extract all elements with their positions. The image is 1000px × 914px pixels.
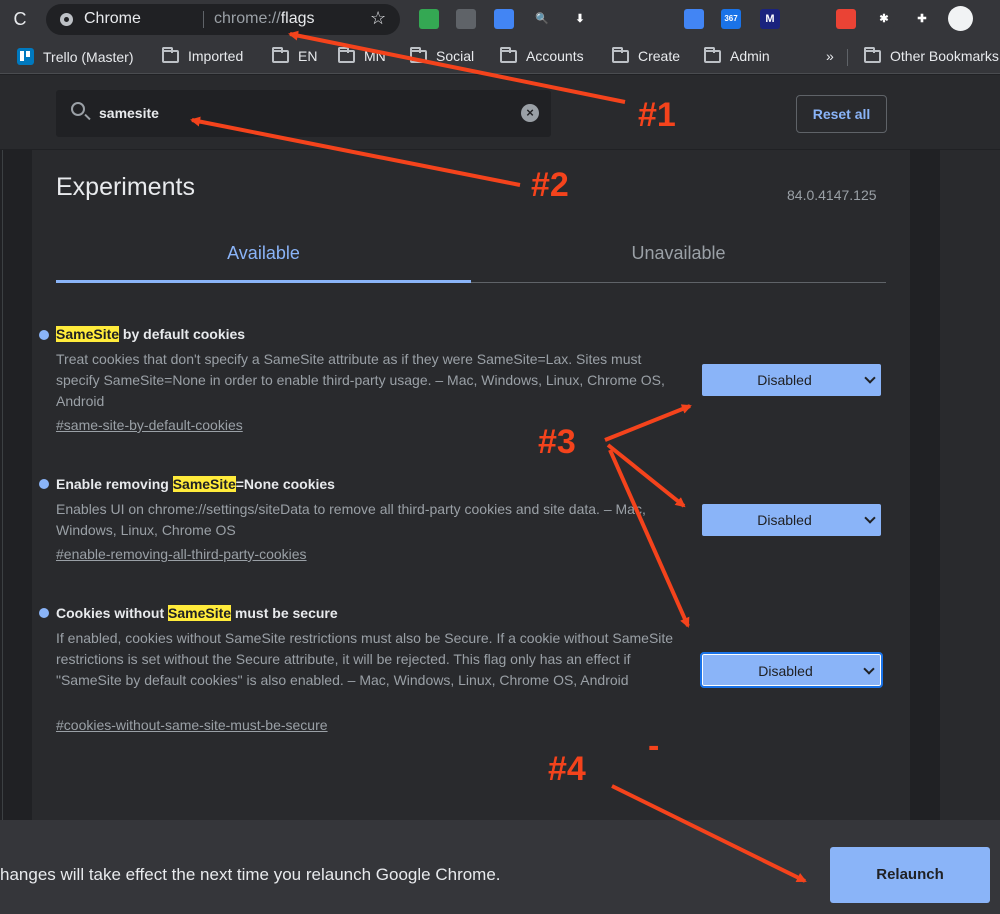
flag-select[interactable]: Disabled (702, 504, 881, 536)
flag-link[interactable]: #same-site-by-default-cookies (56, 417, 243, 433)
flag-description: Treat cookies that don't specify a SameS… (56, 351, 665, 409)
folder-icon (338, 46, 355, 63)
relaunch-bar: hanges will take effect the next time yo… (0, 820, 1000, 914)
ext-gray-icon[interactable]: ⬇ (570, 9, 590, 29)
page-title: Experiments (56, 173, 195, 201)
search-icon (71, 102, 85, 116)
address-bar[interactable]: Chrome chrome://flags ☆ (46, 4, 400, 35)
flag-title: SameSite by default cookies (56, 326, 246, 342)
flag-description: If enabled, cookies without SameSite res… (56, 630, 674, 688)
bookmark-star-icon[interactable]: ☆ (370, 8, 386, 29)
search-input[interactable]: samesite (99, 105, 159, 121)
annotation-4: #4 (548, 750, 586, 788)
right-gutter (910, 150, 940, 820)
ext-m-icon[interactable]: M (760, 9, 780, 29)
left-gutter (0, 150, 32, 820)
reload-icon[interactable]: C (10, 8, 30, 30)
flag-link[interactable]: #enable-removing-all-third-party-cookies (56, 546, 307, 562)
version-label: 84.0.4147.125 (787, 187, 877, 203)
bookmarks-overflow-button[interactable]: » (826, 48, 834, 64)
ext-puzzle-icon[interactable]: ✚ (912, 9, 932, 29)
flag-link[interactable]: #cookies-without-same-site-must-be-secur… (56, 717, 328, 733)
bookmark-imported[interactable]: Imported (162, 46, 243, 64)
tab-unavailable[interactable]: Unavailable (471, 243, 886, 264)
ext-grid-icon[interactable] (456, 9, 476, 29)
ext-counter-icon[interactable]: 367 (721, 9, 741, 29)
folder-icon (410, 46, 427, 63)
browser-toolbar: C Chrome chrome://flags ☆ 🔍 ⬇ 367 M ✱ ✚ (0, 0, 1000, 40)
right-scroll-area (940, 150, 1000, 820)
ext-green-icon[interactable] (419, 9, 439, 29)
ext-translate-icon[interactable] (684, 9, 704, 29)
ext-search-icon[interactable]: 🔍 (532, 9, 552, 29)
relaunch-button[interactable]: Relaunch (830, 847, 990, 903)
bookmark-mn[interactable]: MN (338, 46, 386, 64)
flag-bullet (39, 608, 49, 618)
tab-available[interactable]: Available (56, 243, 471, 264)
relaunch-message: hanges will take effect the next time yo… (0, 865, 501, 884)
address-url[interactable]: chrome://flags (214, 10, 314, 28)
flag-bullet (39, 330, 49, 340)
flag-select[interactable]: Disabled (700, 652, 883, 688)
clear-search-icon[interactable]: × (521, 104, 539, 122)
tab-active-indicator (56, 280, 471, 283)
bookmark-social[interactable]: Social (410, 46, 474, 64)
bookmark-en[interactable]: EN (272, 46, 317, 64)
chrome-icon (60, 13, 73, 26)
folder-icon (272, 46, 289, 63)
folder-icon (500, 46, 517, 63)
flags-header: samesite × Reset all (0, 75, 1000, 149)
bookmark-accounts[interactable]: Accounts (500, 46, 584, 64)
flag-title: Cookies without SameSite must be secure (56, 605, 338, 621)
annotation-3: #3 (538, 423, 576, 461)
folder-icon (612, 46, 629, 63)
flag-title: Enable removing SameSite=None cookies (56, 476, 335, 492)
folder-icon (864, 46, 881, 63)
bookmarks-bar: Trello (Master) Imported EN MN Social Ac… (0, 40, 1000, 74)
flag-description: Enables UI on chrome://settings/siteData… (56, 501, 646, 538)
bookmark-admin[interactable]: Admin (704, 46, 770, 64)
ext-blue-icon[interactable] (494, 9, 514, 29)
flag-select[interactable]: Disabled (702, 364, 881, 396)
bookmark-trello[interactable]: Trello (Master) (17, 48, 134, 65)
ext-red-icon[interactable] (836, 9, 856, 29)
bookmark-create[interactable]: Create (612, 46, 680, 64)
ext-dots-icon[interactable]: ✱ (874, 9, 894, 29)
profile-avatar[interactable] (948, 6, 973, 31)
flags-search-box[interactable]: samesite × (56, 90, 551, 137)
annotation-dash: - (648, 727, 660, 765)
trello-icon (17, 48, 34, 65)
address-divider (203, 11, 204, 28)
bookmarks-divider (847, 49, 848, 66)
bookmark-other[interactable]: Other Bookmarks (864, 46, 999, 64)
annotation-1: #1 (638, 96, 676, 134)
flag-bullet (39, 479, 49, 489)
reset-all-button[interactable]: Reset all (796, 95, 887, 133)
ext-dim-icon[interactable] (608, 9, 628, 29)
folder-icon (704, 46, 721, 63)
folder-icon (162, 46, 179, 63)
site-chip-label: Chrome (84, 10, 141, 27)
ext-pen-icon[interactable] (798, 9, 818, 29)
annotation-2: #2 (531, 166, 569, 204)
